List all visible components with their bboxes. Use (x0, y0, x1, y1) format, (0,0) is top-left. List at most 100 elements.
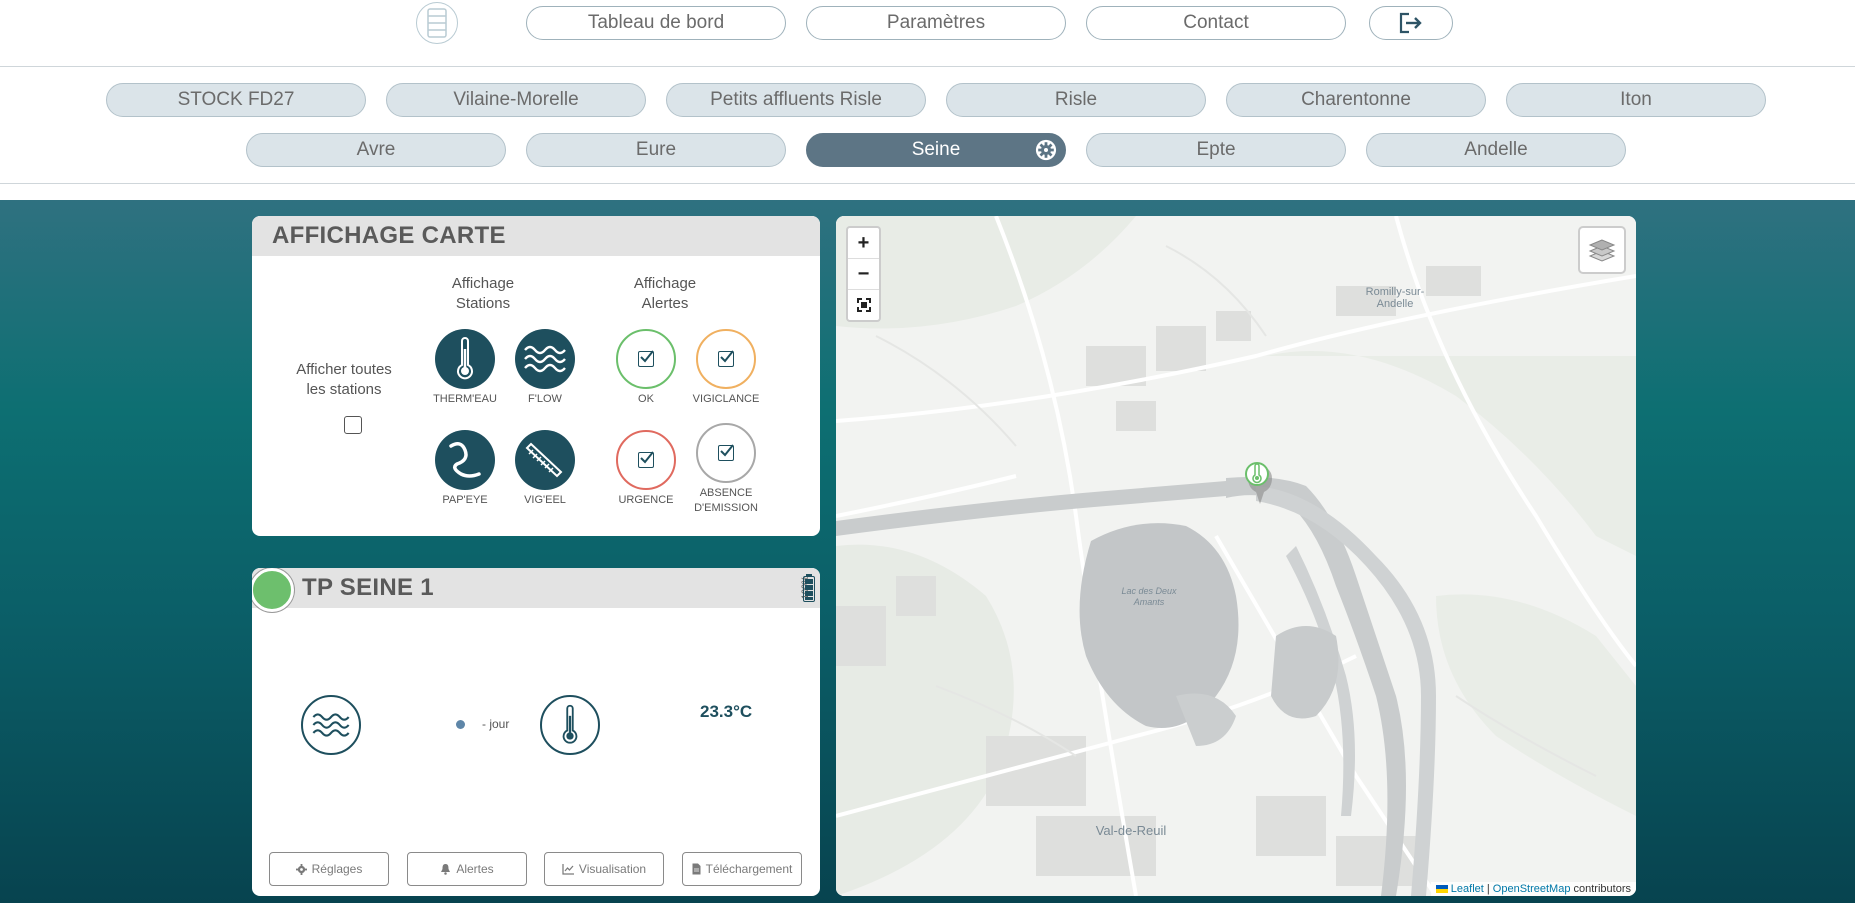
station-header: TP SEINE 1 (252, 568, 820, 608)
osm-link[interactable]: OpenStreetMap (1493, 883, 1571, 895)
nav-contact-button[interactable]: Contact (1086, 6, 1346, 40)
panel-title: AFFICHAGE CARTE (272, 222, 506, 249)
tab-iton[interactable]: Iton (1506, 83, 1766, 117)
settings-button-label: Réglages (311, 862, 363, 876)
tab-charentonne[interactable]: Charentonne (1226, 83, 1486, 117)
bell-icon (441, 864, 451, 875)
panel-header: AFFICHAGE CARTE (252, 216, 820, 256)
stations-header: Affichage Stations (451, 275, 515, 312)
attribution-separator: | (1486, 883, 1490, 895)
place-lac-line1: Lac des Deux (1121, 586, 1177, 596)
alert-ok-toggle[interactable] (616, 329, 676, 389)
temperature-sensor-icon-circle (540, 695, 600, 755)
flow-value: - jour (482, 717, 510, 731)
leaflet-link[interactable]: Leaflet (1451, 883, 1484, 895)
vigeel-label: VIG'EEL (524, 494, 566, 506)
papeye-label: PAP'EYE (442, 494, 488, 506)
tab-risle[interactable]: Risle (946, 83, 1206, 117)
alert-vigilance-label: VIGICLANCE (692, 393, 760, 405)
zoom-controls: + − (846, 226, 881, 322)
place-lac-deux-amants: Lac des Deux Amants (1099, 586, 1199, 608)
waves-icon (524, 345, 566, 373)
vigeel-toggle[interactable] (515, 430, 575, 490)
station-status-indicator (252, 568, 294, 612)
zoom-out-button[interactable]: − (848, 259, 879, 290)
checkbox-checked-icon (718, 350, 734, 367)
tab-andelle[interactable]: Andelle (1366, 133, 1626, 167)
battery-icon (803, 574, 815, 602)
tab-epte[interactable]: Epte (1086, 133, 1346, 167)
alert-urgence-label: URGENCE (618, 494, 674, 506)
tab-stock-fd27[interactable]: STOCK FD27 (106, 83, 366, 117)
visualisation-button[interactable]: Visualisation (544, 852, 664, 886)
download-button[interactable]: Téléchargement (682, 852, 802, 886)
map-display-panel: AFFICHAGE CARTE Afficher toutes les stat… (252, 216, 820, 536)
layers-icon (1588, 239, 1616, 262)
attribution-contributors: contributors (1573, 883, 1631, 895)
eel-icon (449, 442, 481, 478)
tab-seine-label: Seine (911, 139, 961, 160)
place-romilly-line1: Romilly-sur- (1365, 286, 1425, 298)
settings-button[interactable]: Réglages (269, 852, 389, 886)
checkbox-checked-icon (638, 451, 654, 468)
list-view-icon (427, 8, 447, 38)
gear-icon[interactable] (1035, 139, 1057, 161)
flow-label: F'LOW (528, 393, 562, 405)
thermometer-icon (457, 337, 473, 380)
file-icon (692, 863, 701, 875)
nav-dashboard-button[interactable]: Tableau de bord (526, 6, 786, 40)
place-romilly: Romilly-sur- Andelle (1320, 286, 1470, 310)
station-panel: TP SEINE 1 100% - jour 23.3°C Réglages A… (252, 568, 820, 896)
fullscreen-button[interactable] (848, 290, 879, 320)
flow-toggle[interactable] (515, 329, 575, 389)
alerts-header: Affichage Alertes (633, 275, 697, 312)
alert-vigilance-toggle[interactable] (696, 329, 756, 389)
visualisation-button-label: Visualisation (578, 862, 647, 876)
map-attribution: Leaflet | OpenStreetMap contributors (1430, 882, 1636, 896)
place-lac-line2: Amants (1133, 597, 1165, 607)
map-tiles (836, 216, 1636, 896)
river-tabs: STOCK FD27 Vilaine-Morelle Petits afflue… (0, 67, 1855, 184)
place-romilly-line2: Andelle (1376, 298, 1414, 310)
alerts-button[interactable]: Alertes (407, 852, 527, 886)
checkbox-checked-icon (718, 444, 734, 461)
view-toggle (416, 2, 1261, 898)
list-view-button[interactable] (416, 2, 458, 44)
alert-absence-label: ABSENCE D'EMISSION (694, 487, 758, 514)
waves-icon (312, 713, 350, 737)
tab-eure[interactable]: Eure (526, 133, 786, 167)
logout-button[interactable] (1369, 6, 1453, 40)
top-nav: Tableau de bord Paramètres Contact (0, 0, 1855, 898)
temperature-value: 23.3°C (700, 702, 753, 721)
chart-icon (562, 863, 574, 875)
place-val-de-reuil: Val-de-Reuil (1095, 823, 1167, 838)
thermeau-toggle[interactable] (435, 329, 495, 389)
alerts-button-label: Alertes (456, 862, 494, 876)
show-all-checkbox[interactable] (344, 416, 362, 434)
ukraine-flag-icon (1435, 885, 1448, 894)
alert-urgence-toggle[interactable] (616, 430, 676, 490)
alert-ok-label: OK (638, 393, 654, 405)
checkbox-checked-icon (638, 350, 654, 367)
zoom-in-button[interactable]: + (848, 228, 879, 259)
nav-settings-button[interactable]: Paramètres (806, 6, 1066, 40)
logout-icon (1399, 12, 1422, 34)
thermeau-label: THERM'EAU (433, 393, 497, 405)
fullscreen-icon (856, 298, 871, 312)
brush-icon (525, 442, 563, 478)
tab-vilaine-morelle[interactable]: Vilaine-Morelle (386, 83, 646, 117)
papeye-toggle[interactable] (435, 430, 495, 490)
station-marker-icon[interactable] (1241, 460, 1273, 504)
flow-sensor-icon-circle (301, 695, 361, 755)
alert-absence-toggle[interactable] (696, 423, 756, 483)
layers-button[interactable] (1578, 226, 1626, 274)
gear-icon (295, 863, 307, 875)
flow-status-dot (456, 720, 465, 729)
tab-petits-affluents-risle[interactable]: Petits affluents Risle (666, 83, 926, 117)
download-button-label: Téléchargement (705, 862, 793, 876)
map-panel[interactable]: Romilly-sur- Andelle Lac des Deux Amants… (836, 216, 1636, 896)
thermometer-icon (562, 704, 578, 744)
show-all-label: Afficher toutes les stations (296, 361, 392, 398)
tab-avre[interactable]: Avre (246, 133, 506, 167)
tab-seine[interactable]: Seine (806, 133, 1066, 167)
